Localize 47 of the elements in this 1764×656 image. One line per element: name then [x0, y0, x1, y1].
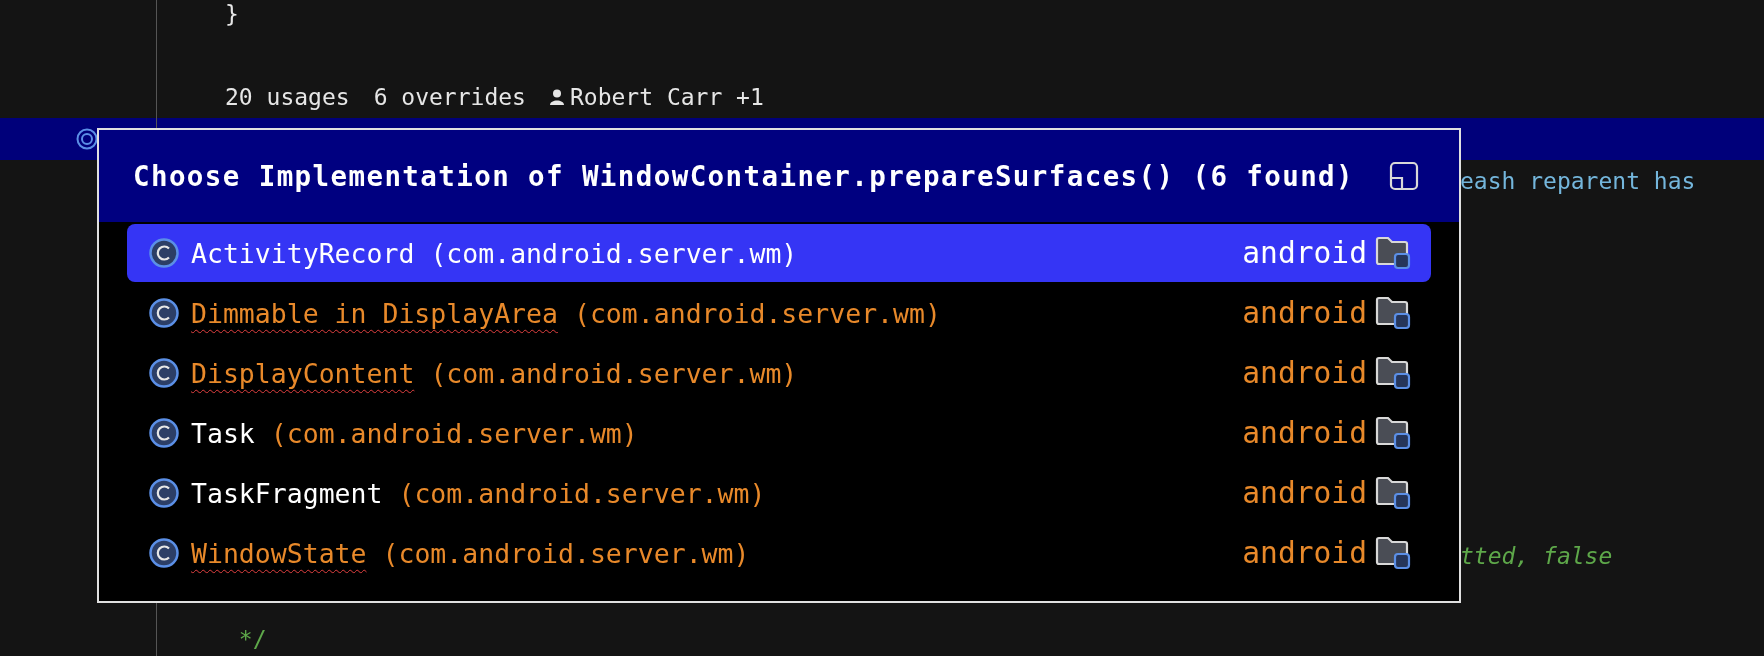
class-name: DisplayContent: [191, 357, 415, 389]
class-icon: [149, 418, 179, 448]
class-icon: [149, 238, 179, 268]
class-name: Task: [191, 417, 255, 449]
folder-icon: [1375, 356, 1411, 390]
module-name: android: [1242, 416, 1367, 450]
folder-icon: [1375, 296, 1411, 330]
target-icon[interactable]: [76, 127, 98, 150]
folder-icon: [1375, 476, 1411, 510]
folder-icon: [1375, 416, 1411, 450]
class-icon: [149, 538, 179, 568]
class-name: Dimmable in DisplayArea: [191, 297, 558, 329]
implementation-item[interactable]: WindowState (com.android.server.wm) android: [127, 524, 1431, 582]
panel-icon[interactable]: [1389, 161, 1419, 191]
class-name: WindowState: [191, 537, 367, 569]
module-name: android: [1242, 356, 1367, 390]
implementation-item[interactable]: DisplayContent (com.android.server.wm) android: [127, 344, 1431, 402]
popup-title: Choose Implementation of WindowContainer.prepareSurfaces() (6 found): [133, 160, 1355, 192]
package-name: (com.android.server.wm): [430, 237, 798, 269]
class-icon: [149, 478, 179, 508]
package-name: (com.android.server.wm): [270, 417, 638, 449]
module-name: android: [1242, 476, 1367, 510]
package-name: (com.android.server.wm): [382, 537, 750, 569]
implementation-item[interactable]: Task (com.android.server.wm) android: [127, 404, 1431, 462]
module-name: android: [1242, 536, 1367, 570]
implementation-item[interactable]: ActivityRecord (com.android.server.wm) android: [127, 224, 1431, 282]
package-name: (com.android.server.wm): [430, 357, 798, 389]
module-name: android: [1242, 236, 1367, 270]
class-name: TaskFragment: [191, 477, 383, 509]
module-name: android: [1242, 296, 1367, 330]
code-line: */: [237, 626, 267, 653]
implementation-item[interactable]: TaskFragment (com.android.server.wm) android: [127, 464, 1431, 522]
package-name: (com.android.server.wm): [573, 297, 941, 329]
usages-link[interactable]: 20 usages: [225, 84, 350, 111]
code-line: tted, false: [1460, 542, 1613, 569]
implementation-item[interactable]: Dimmable in DisplayArea (com.android.server.wm) android: [127, 284, 1431, 342]
author-link[interactable]: Robert Carr +1: [569, 84, 764, 111]
folder-icon: [1375, 536, 1411, 570]
folder-icon: [1375, 236, 1411, 270]
person-icon: [549, 89, 564, 106]
class-icon: [149, 358, 179, 388]
class-icon: [149, 298, 179, 328]
code-line: eash reparent has: [1460, 167, 1696, 194]
code-line: }: [225, 0, 239, 27]
overrides-link[interactable]: 6 overrides: [373, 84, 526, 111]
package-name: (com.android.server.wm): [398, 477, 766, 509]
class-name: ActivityRecord: [191, 237, 415, 269]
